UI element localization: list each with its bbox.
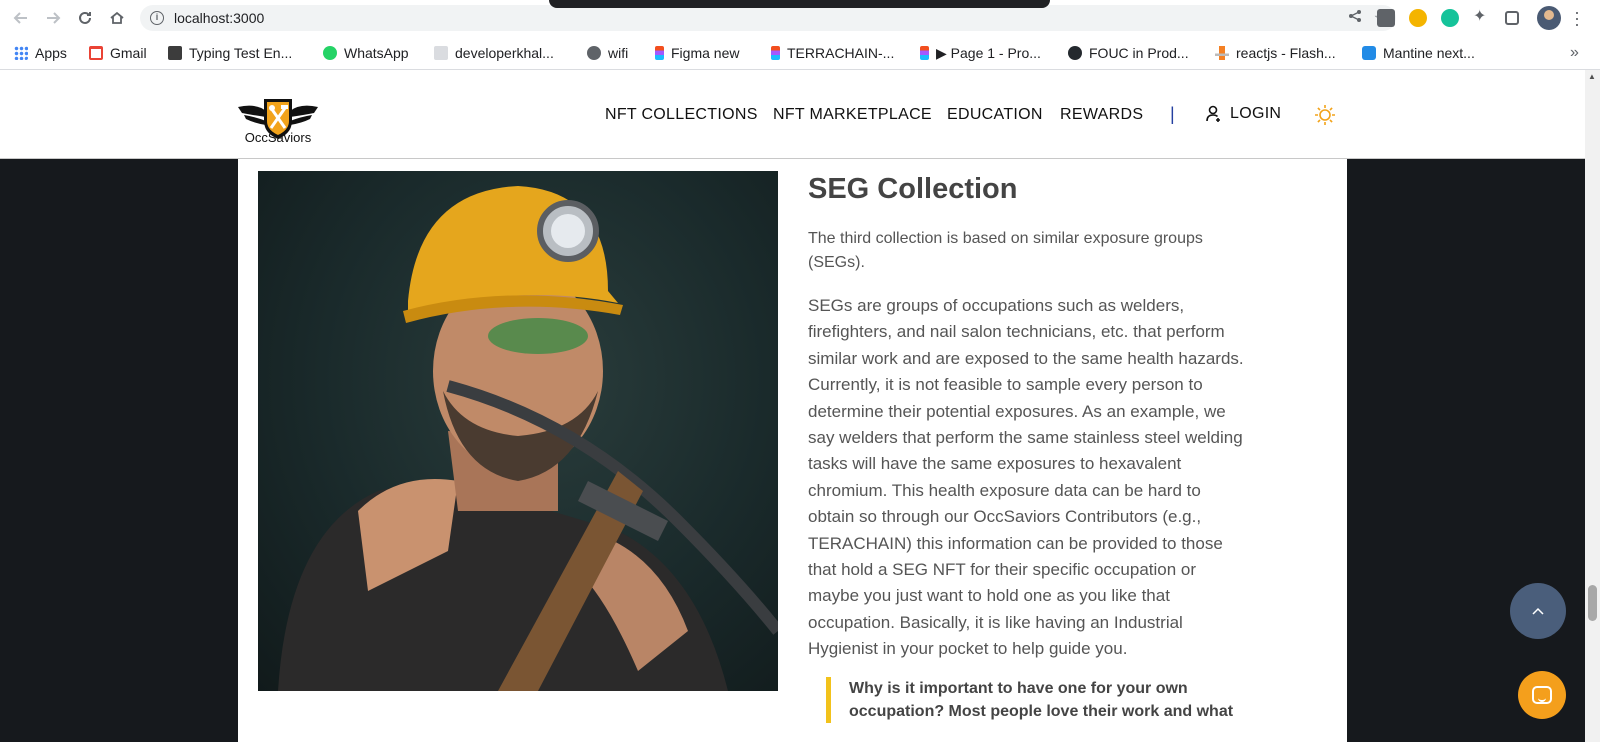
site-info-icon[interactable]: i [150,11,164,25]
nav-separator: | [1170,104,1175,124]
chat-launcher-button[interactable] [1518,671,1566,719]
bookmark-wifi[interactable]: wifi [587,42,628,64]
apps-grid-icon [14,46,28,60]
extension-grammarly-icon[interactable] [1441,9,1459,27]
bookmarks-bar: Apps Gmail Typing Test En... WhatsApp de… [0,36,1600,70]
extensions-puzzle-icon[interactable]: ✦ [1473,6,1491,25]
bookmark-page-1[interactable]: ▶ Page 1 - Pro... [920,42,1041,64]
scroll-to-top-button[interactable] [1510,583,1566,639]
bookmark-label: ▶ Page 1 - Pro... [936,44,1041,61]
github-icon [1068,46,1082,60]
globe-icon [587,46,601,60]
quote-text: Why is it important to have one for your… [849,680,1234,720]
url-text: localhost:3000 [174,10,265,26]
bookmark-label: FOUC in Prod... [1089,45,1189,61]
address-bar[interactable]: i localhost:3000 ☆ [140,5,1396,31]
bookmark-label: WhatsApp [344,45,409,61]
section-body: SEGs are groups of occupations such as w… [808,296,1244,659]
bookmark-label: Gmail [110,45,147,61]
side-panel-icon[interactable] [1505,11,1519,25]
whatsapp-icon [323,46,337,60]
bookmark-terrachain[interactable]: TERRACHAIN-... [771,42,894,64]
reload-icon[interactable] [74,7,96,29]
nav-nft-collections[interactable]: NFT COLLECTIONS [605,106,758,128]
profile-avatar[interactable] [1537,6,1561,30]
page-scrollbar[interactable]: ▲ [1585,70,1600,742]
bookmark-label: Mantine next... [1383,45,1475,61]
chat-icon [1532,686,1552,704]
bookmark-typing-test[interactable]: Typing Test En... [168,42,292,64]
extension-g-icon[interactable] [1409,9,1427,27]
login-label: LOGIN [1230,105,1282,122]
home-icon[interactable] [106,7,128,29]
bookmark-developerkhal[interactable]: developerkhal... [434,42,554,64]
nav-education[interactable]: EDUCATION [947,106,1043,128]
bookmark-label: Figma new [671,45,740,61]
bookmark-label: wifi [608,45,629,61]
back-icon[interactable] [10,7,32,29]
scrollbar-thumb[interactable] [1588,585,1597,621]
theme-toggle-sun-icon[interactable] [1314,104,1336,126]
site-logo[interactable] [236,97,320,157]
logo-text: OccSaviors [244,130,312,145]
miner-hero-image [258,171,778,691]
forward-icon[interactable] [42,7,64,29]
browser-toolbar: i localhost:3000 ☆ ✦ ··· [0,0,1600,36]
nav-nft-marketplace[interactable]: NFT MARKETPLACE [773,106,932,128]
stackoverflow-icon [1215,46,1229,60]
typing-test-icon [168,46,182,60]
nav-login[interactable]: LOGIN [1206,105,1281,123]
bookmark-label: developerkhal... [455,45,554,61]
tab-strip-overlay [549,0,1050,8]
section-title: SEG Collection [808,173,1018,205]
more-bookmarks-icon[interactable]: » [1570,44,1579,62]
extension-screen-icon[interactable] [1377,9,1395,27]
chevron-up-icon [1532,607,1544,615]
browser-menu-icon[interactable]: · · · [1574,3,1580,33]
page-viewport: OccSaviors NFT COLLECTIONS NFT MARKETPLA… [0,70,1585,742]
share-icon[interactable] [1348,9,1362,26]
figma-icon [655,46,664,60]
nav-rewards[interactable]: REWARDS [1060,106,1143,128]
react-icon [1362,46,1376,60]
bookmark-figma-new[interactable]: Figma new [655,42,739,64]
bookmark-whatsapp[interactable]: WhatsApp [323,42,409,64]
user-icon [1206,105,1220,122]
bookmark-label: TERRACHAIN-... [787,45,895,61]
bookmark-gmail[interactable]: Gmail [89,42,147,64]
bookmark-fouc[interactable]: FOUC in Prod... [1068,42,1189,64]
bookmark-label: Typing Test En... [189,45,293,61]
figma-icon [920,46,929,60]
bookmark-label: reactjs - Flash... [1236,45,1336,61]
gmail-icon [89,46,103,60]
site-icon [434,46,448,60]
scroll-up-arrow-icon[interactable]: ▲ [1588,72,1596,81]
content-card: SEG Collection The third collection is b… [238,159,1347,742]
highlight-quote: Why is it important to have one for your… [826,677,1256,723]
bookmark-mantine[interactable]: Mantine next... [1362,42,1475,64]
bookmark-label: Apps [35,45,67,61]
section-intro: The third collection is based on similar… [808,230,1203,271]
bookmark-apps[interactable]: Apps [14,42,67,64]
bookmark-reactjs[interactable]: reactjs - Flash... [1215,42,1336,64]
figma-icon [771,46,780,60]
